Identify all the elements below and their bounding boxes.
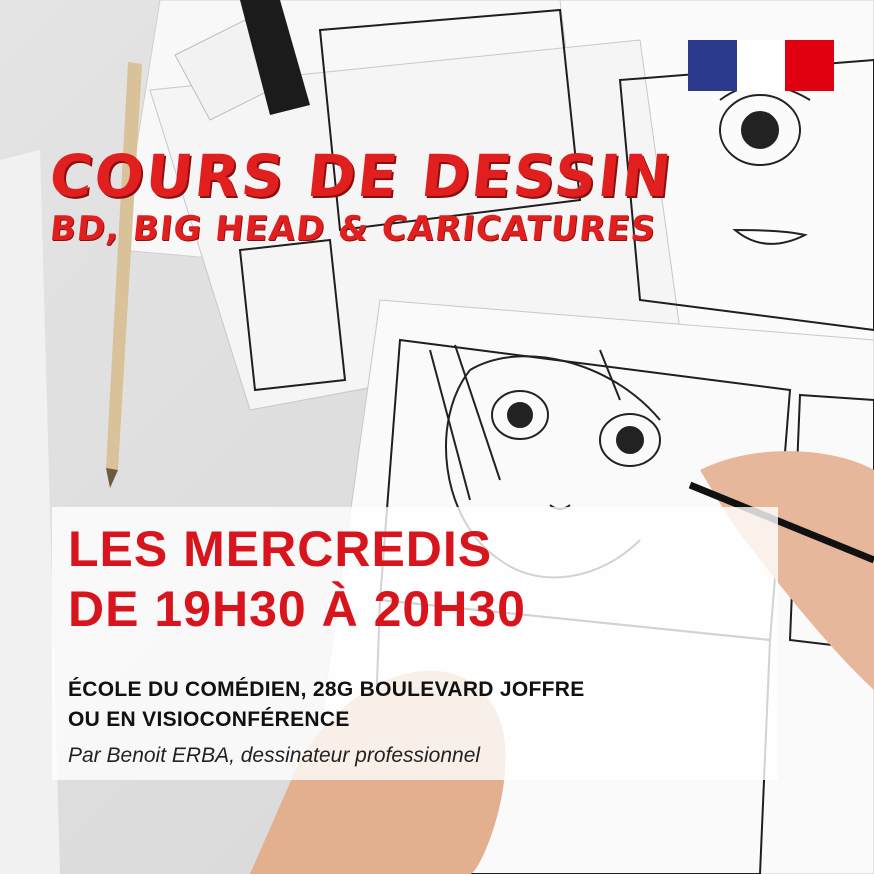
address-line: ÉCOLE DU COMÉDIEN, 28G BOULEVARD JOFFRE [68, 678, 585, 701]
french-republic-logo [688, 40, 835, 91]
headline-title: COURS DE DESSIN [46, 142, 676, 210]
headline-subtitle: BD, BIG HEAD & CARICATURES [47, 209, 659, 249]
schedule-hours: DE 19H30 À 20H30 [68, 581, 526, 637]
logo-white-band [736, 40, 786, 91]
logo-blue-band [688, 40, 737, 91]
instructor-credit: Par Benoit ERBA, dessinateur professionn… [68, 744, 481, 767]
schedule-days: LES MERCREDIS [68, 521, 493, 577]
online-option: OU EN VISIOCONFÉRENCE [68, 708, 350, 731]
logo-red-band [785, 40, 835, 91]
headline: COURS DE DESSIN BD, BIG HEAD & CARICATUR… [46, 142, 690, 251]
